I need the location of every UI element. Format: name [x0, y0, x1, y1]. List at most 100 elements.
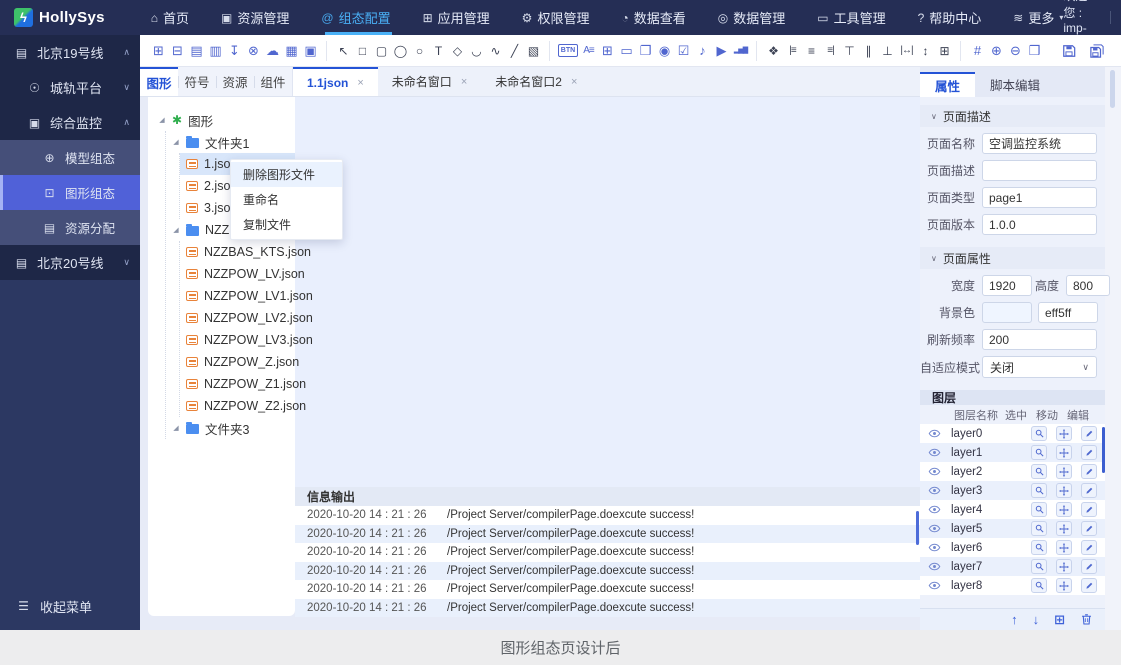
tree-file[interactable]: NZZPOW_LV1.json	[180, 285, 295, 307]
open-folder-icon[interactable]: ▤	[188, 41, 205, 61]
visibility-eye-icon[interactable]	[928, 522, 941, 535]
tree-file[interactable]: NZZPOW_LV2.json	[180, 307, 295, 329]
arc-tool-icon[interactable]: ◡	[468, 41, 485, 61]
tree-file[interactable]: NZZPOW_Z.json	[180, 351, 295, 373]
visibility-eye-icon[interactable]	[928, 484, 941, 497]
file-export-icon[interactable]: ▥	[207, 41, 224, 61]
tree-file[interactable]: NZZBAS_KTS.json	[180, 241, 295, 263]
circle-tool-icon[interactable]: ◯	[392, 41, 409, 61]
save-all-icon[interactable]	[1089, 41, 1105, 61]
sidebar-item-line20[interactable]: ▤ 北京20号线 ∨	[0, 245, 140, 280]
section-page-properties[interactable]: ∨ 页面属性	[920, 247, 1105, 269]
bg-color-swatch[interactable]	[982, 302, 1032, 323]
align-left-icon[interactable]: |≡	[784, 41, 801, 61]
tree-file[interactable]: NZZPOW_LV3.json	[180, 329, 295, 351]
table-widget-icon[interactable]: ⊞	[599, 41, 616, 61]
close-icon[interactable]: ×	[461, 76, 467, 88]
zoom-out-icon[interactable]: ⊖	[1007, 41, 1024, 61]
layer-select-button[interactable]	[1031, 445, 1047, 460]
tree-folder3[interactable]: ◢ 文件夹3	[166, 417, 295, 439]
section-page-description[interactable]: ∨ 页面描述	[920, 105, 1105, 127]
nav-tool-management[interactable]: ▭工具管理	[817, 0, 890, 35]
import-icon[interactable]: ↧	[226, 41, 243, 61]
layer-edit-button[interactable]	[1081, 426, 1097, 441]
layer-down-icon[interactable]: ↓	[1033, 613, 1040, 626]
page-scrollbar-track[interactable]	[1105, 67, 1121, 630]
layer-row[interactable]: layer5	[920, 519, 1105, 538]
layer-delete-icon[interactable]	[1080, 613, 1093, 626]
video-widget-icon[interactable]: ▶	[713, 41, 730, 61]
group-icon[interactable]: ❖	[765, 41, 782, 61]
layer-row[interactable]: layer1	[920, 443, 1105, 462]
line-tool-icon[interactable]: ╱	[506, 41, 523, 61]
layer-row[interactable]: layer2	[920, 462, 1105, 481]
nav-config[interactable]: @组态配置	[321, 0, 395, 35]
doc-tab-unnamed-window[interactable]: 未命名窗口 ×	[378, 67, 481, 96]
select-cursor-icon[interactable]: ↖	[335, 41, 352, 61]
layer-select-button[interactable]	[1031, 540, 1047, 555]
chart-widget-icon[interactable]: ▂▅▇	[732, 41, 749, 61]
layer-edit-button[interactable]	[1081, 502, 1097, 517]
layer-row[interactable]: layer8	[920, 576, 1105, 595]
rect-tool-icon[interactable]: □	[354, 41, 371, 61]
layer-select-button[interactable]	[1031, 578, 1047, 593]
close-icon[interactable]: ×	[357, 77, 363, 89]
grid-icon[interactable]: #	[969, 41, 986, 61]
new-folder-icon[interactable]: ⊞	[150, 41, 167, 61]
tab-graphics[interactable]: 图形	[140, 67, 178, 96]
layer-edit-button[interactable]	[1081, 445, 1097, 460]
doc-tab-unnamed-window2[interactable]: 未命名窗口2 ×	[481, 67, 591, 96]
tab-script-editor[interactable]: 脚本编辑	[975, 72, 1055, 97]
layer-select-button[interactable]	[1031, 502, 1047, 517]
image-tool-icon[interactable]: ▧	[525, 41, 542, 61]
layer-move-button[interactable]	[1056, 445, 1072, 460]
distribute-v-icon[interactable]: ↕	[917, 41, 934, 61]
radio-widget-icon[interactable]: ◉	[656, 41, 673, 61]
label-widget-icon[interactable]: A≡	[580, 41, 597, 61]
layers-scrollbar[interactable]	[1102, 427, 1105, 473]
page-type-input[interactable]	[982, 187, 1097, 208]
distribute-h-icon[interactable]: |↔|	[898, 41, 915, 61]
nav-permission-management[interactable]: ⚙权限管理	[522, 0, 595, 35]
copy-widget-icon[interactable]: ❐	[637, 41, 654, 61]
layer-add-icon[interactable]: ⊞	[1054, 613, 1065, 626]
adaptive-mode-select[interactable]: 关闭 ∨	[982, 356, 1097, 378]
expand-arrow-icon[interactable]: ◢	[172, 138, 180, 146]
sidebar-item-integrated-monitoring[interactable]: ▣ 综合监控 ∧	[0, 105, 140, 140]
text-tool-icon[interactable]: T	[430, 41, 447, 61]
bg-color-input[interactable]	[1038, 302, 1098, 323]
nav-home[interactable]: ⌂首页	[151, 0, 194, 35]
layer-row[interactable]: layer4	[920, 500, 1105, 519]
expand-arrow-icon[interactable]: ◢	[172, 226, 180, 234]
layer-edit-button[interactable]	[1081, 578, 1097, 593]
visibility-eye-icon[interactable]	[928, 503, 941, 516]
tree-root[interactable]: ◢ ✱ 图形	[148, 109, 295, 131]
expand-arrow-icon[interactable]: ◢	[172, 424, 180, 432]
layer-move-button[interactable]	[1056, 464, 1072, 479]
message-scrollbar[interactable]	[916, 511, 919, 545]
visibility-eye-icon[interactable]	[928, 560, 941, 573]
sidebar-item-graphic-config[interactable]: ⊡ 图形组态	[0, 175, 140, 210]
nav-app-management[interactable]: ⊞应用管理	[423, 0, 495, 35]
audio-widget-icon[interactable]: ♪	[694, 41, 711, 61]
layer-select-button[interactable]	[1031, 559, 1047, 574]
context-menu-item[interactable]: 复制文件	[231, 212, 342, 237]
ellipse-tool-icon[interactable]: ○	[411, 41, 428, 61]
collapse-menu-button[interactable]: ☰ 收起菜单	[0, 588, 140, 624]
visibility-eye-icon[interactable]	[928, 465, 941, 478]
layer-row[interactable]: layer3	[920, 481, 1105, 500]
page-height-input[interactable]	[1066, 275, 1110, 296]
tree-folder1[interactable]: ◢ 文件夹1	[166, 131, 295, 153]
close-icon[interactable]: ×	[571, 76, 577, 88]
visibility-eye-icon[interactable]	[928, 541, 941, 554]
center-canvas-icon[interactable]: ⊞	[936, 41, 953, 61]
layer-row[interactable]: layer0	[920, 424, 1105, 443]
curve-tool-icon[interactable]: ∿	[487, 41, 504, 61]
visibility-eye-icon[interactable]	[928, 579, 941, 592]
context-menu-item[interactable]: 重命名	[231, 187, 342, 212]
layer-move-button[interactable]	[1056, 502, 1072, 517]
rounded-rect-tool-icon[interactable]: ▢	[373, 41, 390, 61]
layer-row[interactable]: layer7	[920, 557, 1105, 576]
tab-resources[interactable]: 资源	[216, 67, 254, 96]
tab-properties[interactable]: 属性	[920, 72, 975, 97]
